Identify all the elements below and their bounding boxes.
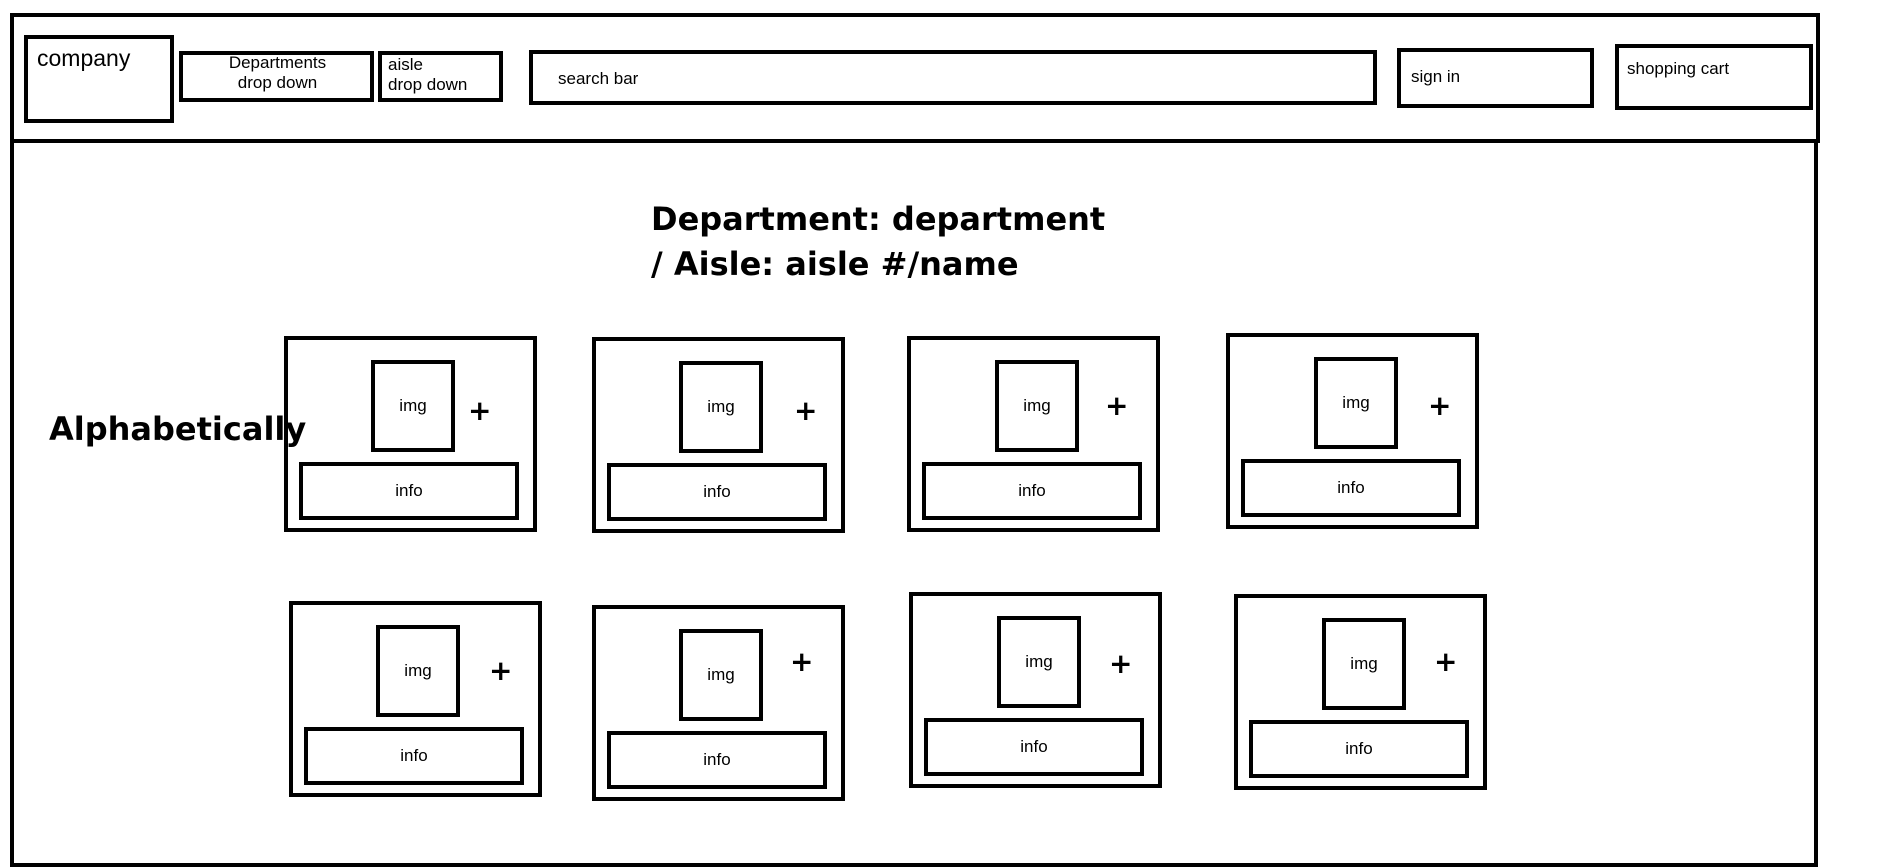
product-image[interactable]: img xyxy=(679,629,763,721)
product-image-label: img xyxy=(1025,652,1053,671)
product-card[interactable]: img + info xyxy=(1234,594,1487,790)
product-info-label: info xyxy=(1345,739,1373,758)
product-info-label: info xyxy=(1020,737,1048,756)
product-card[interactable]: img + info xyxy=(592,337,845,533)
shopping-cart-label: shopping cart xyxy=(1627,59,1730,78)
add-to-cart-icon[interactable]: + xyxy=(1434,648,1457,676)
departments-dropdown-label: Departments drop down xyxy=(228,53,327,92)
product-info-label: info xyxy=(1337,478,1365,497)
product-info[interactable]: info xyxy=(922,462,1142,520)
sort-label: Alphabetically xyxy=(49,410,307,448)
add-to-cart-icon[interactable]: + xyxy=(468,397,491,425)
product-info[interactable]: info xyxy=(299,462,519,520)
product-image-label: img xyxy=(707,397,735,416)
product-image-label: img xyxy=(1342,393,1370,412)
product-info-label: info xyxy=(703,750,731,769)
product-image-label: img xyxy=(707,665,735,684)
search-placeholder: search bar xyxy=(558,69,639,88)
product-card[interactable]: img + info xyxy=(1226,333,1479,529)
product-image-label: img xyxy=(1350,654,1378,673)
product-card[interactable]: img + info xyxy=(289,601,542,797)
product-info[interactable]: info xyxy=(1249,720,1469,778)
product-info[interactable]: info xyxy=(607,463,827,521)
product-card[interactable]: img + info xyxy=(909,592,1162,788)
product-image[interactable]: img xyxy=(371,360,455,452)
product-info[interactable]: info xyxy=(304,727,524,785)
product-info-label: info xyxy=(703,482,731,501)
add-to-cart-icon[interactable]: + xyxy=(790,648,813,676)
add-to-cart-icon[interactable]: + xyxy=(1428,392,1451,420)
product-image-label: img xyxy=(399,396,427,415)
product-image[interactable]: img xyxy=(1314,357,1398,449)
company-label: company xyxy=(37,45,131,71)
add-to-cart-icon[interactable]: + xyxy=(1109,650,1132,678)
product-image-label: img xyxy=(1023,396,1051,415)
page-title-aisle: / Aisle: aisle #/name xyxy=(651,245,1019,283)
product-image[interactable]: img xyxy=(679,361,763,453)
search-input[interactable] xyxy=(529,50,1377,105)
aisle-dropdown-label: aisle drop down xyxy=(388,55,468,94)
product-info-label: info xyxy=(1018,481,1046,500)
product-image[interactable]: img xyxy=(376,625,460,717)
product-info-label: info xyxy=(400,746,428,765)
product-image[interactable]: img xyxy=(995,360,1079,452)
product-image[interactable]: img xyxy=(1322,618,1406,710)
product-info[interactable]: info xyxy=(924,718,1144,776)
product-card[interactable]: img + info xyxy=(284,336,537,532)
add-to-cart-icon[interactable]: + xyxy=(1105,392,1128,420)
product-info[interactable]: info xyxy=(607,731,827,789)
page-title-department: Department: department xyxy=(651,200,1106,238)
product-image-label: img xyxy=(404,661,432,680)
product-image[interactable]: img xyxy=(997,616,1081,708)
product-card[interactable]: img + info xyxy=(592,605,845,801)
product-info[interactable]: info xyxy=(1241,459,1461,517)
sign-in-label: sign in xyxy=(1411,67,1461,86)
add-to-cart-icon[interactable]: + xyxy=(794,397,817,425)
product-info-label: info xyxy=(395,481,423,500)
add-to-cart-icon[interactable]: + xyxy=(489,657,512,685)
product-card[interactable]: img + info xyxy=(907,336,1160,532)
